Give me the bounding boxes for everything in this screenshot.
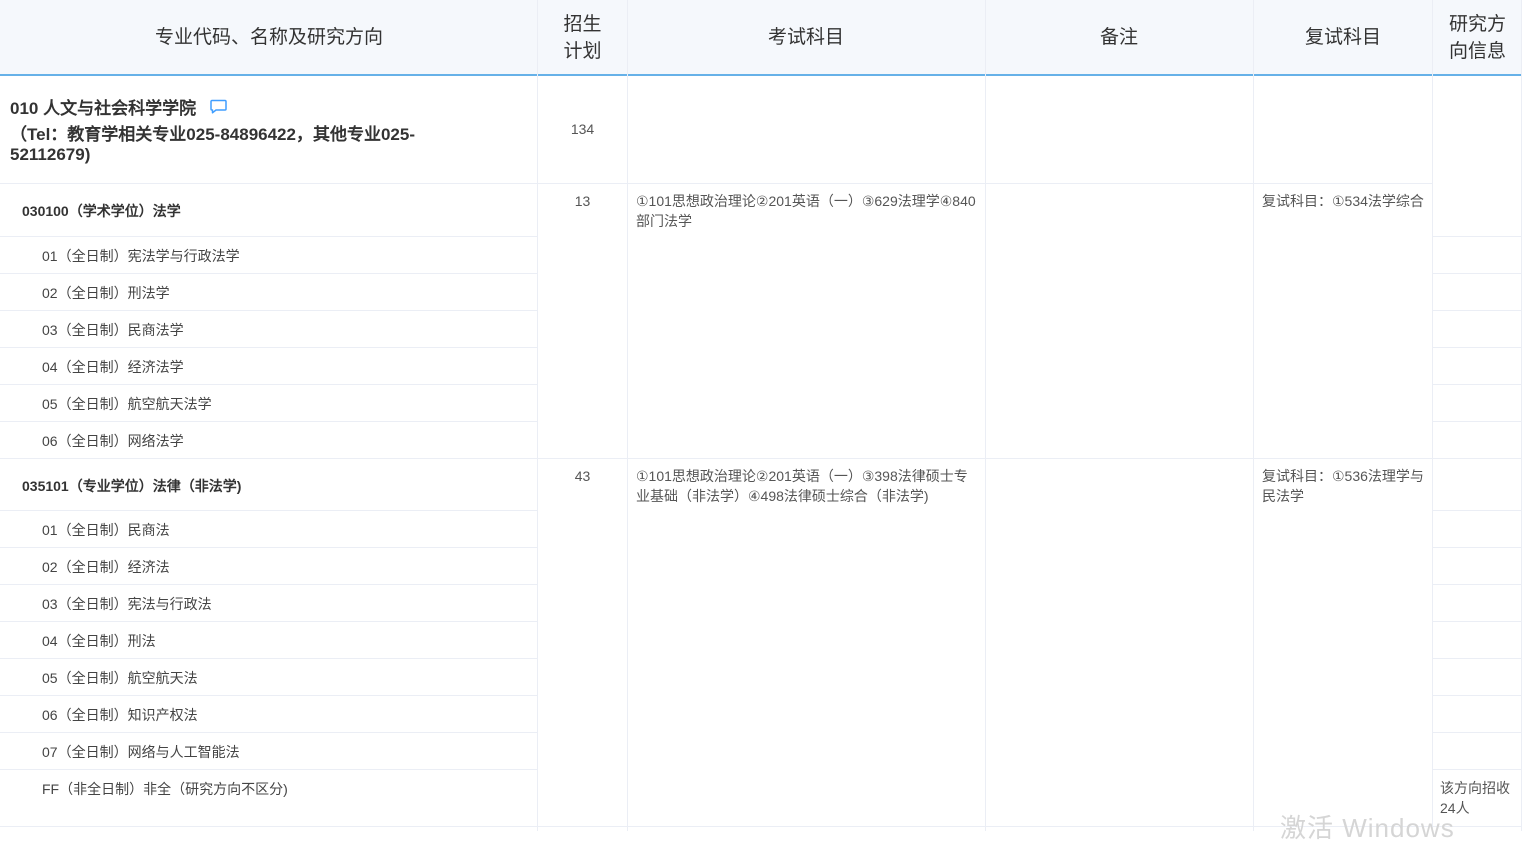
row-divider <box>0 584 537 585</box>
comment-icon[interactable] <box>210 99 227 114</box>
direction-item: 03（全日制）民商法学 <box>42 322 184 338</box>
header-info: 研究方 向信息 <box>1448 13 1506 62</box>
major-plan: 43 <box>574 468 591 484</box>
row-divider <box>0 621 537 622</box>
row-divider <box>0 547 537 548</box>
row-divider <box>0 273 537 274</box>
header-retest: 复试科目 <box>1304 27 1381 48</box>
college-tel-line: （Tel：教育学相关专业025-84896422，其他专业025- <box>10 125 415 144</box>
row-divider <box>1432 273 1522 274</box>
row-divider <box>1432 658 1522 659</box>
grid-line <box>1253 0 1254 831</box>
row-divider <box>1432 769 1522 770</box>
college-name: 010 人文与社会科学学院 <box>10 99 197 118</box>
header-major: 专业代码、名称及研究方向 <box>154 27 383 48</box>
row-divider <box>1432 695 1522 696</box>
exam-subjects: ①101思想政治理论②201英语（一）③398法律硕士专业基础（非法学）④498… <box>636 468 968 504</box>
row-divider <box>1432 547 1522 548</box>
direction-item: 02（全日制）经济法 <box>42 559 170 575</box>
header-remark: 备注 <box>1099 27 1138 48</box>
header-underline <box>0 74 1522 76</box>
row-divider <box>0 510 537 511</box>
direction-item: 04（全日制）刑法 <box>42 633 156 649</box>
row-divider <box>1432 732 1522 733</box>
major-name: 030100（学术学位）法学 <box>22 203 181 219</box>
row-divider <box>0 421 537 422</box>
row-divider <box>1432 458 1522 459</box>
college-tel-line: 52112679) <box>10 145 91 164</box>
direction-item: 07（全日制）网络与人工智能法 <box>42 744 240 760</box>
major-plan: 13 <box>574 193 591 209</box>
row-divider <box>1432 621 1522 622</box>
retest-subjects: 复试科目：①534法学综合 <box>1262 193 1424 209</box>
grid-line <box>985 0 986 831</box>
direction-item: 06（全日制）知识产权法 <box>42 707 198 723</box>
header-exam: 考试科目 <box>767 27 844 48</box>
direction-item: 05（全日制）航空航天法学 <box>42 396 212 412</box>
row-divider <box>0 384 537 385</box>
direction-item: FF（非全日制）非全（研究方向不区分) <box>42 781 288 797</box>
direction-item: 04（全日制）经济法学 <box>42 359 184 375</box>
row-divider <box>0 236 537 237</box>
grid-line <box>1432 0 1433 831</box>
row-divider <box>0 769 537 770</box>
grid-line <box>627 0 628 831</box>
row-divider <box>1432 584 1522 585</box>
row-divider <box>0 658 537 659</box>
exam-subjects: ①101思想政治理论②201英语（一）③629法理学④840部门法学 <box>636 193 976 229</box>
college-plan: 134 <box>570 121 595 137</box>
row-divider <box>1432 421 1522 422</box>
windows-activation-watermark: 激活 Windows <box>1280 813 1455 843</box>
direction-item: 01（全日制）民商法 <box>42 522 170 538</box>
direction-item: 06（全日制）网络法学 <box>42 433 184 449</box>
college-title: 010 人文与社会科学学院 <box>10 94 227 119</box>
row-divider <box>0 732 537 733</box>
direction-item: 05（全日制）航空航天法 <box>42 670 198 686</box>
row-divider <box>1432 384 1522 385</box>
row-divider <box>1432 236 1522 237</box>
row-divider <box>1432 310 1522 311</box>
row-divider <box>1432 510 1522 511</box>
row-divider <box>0 347 537 348</box>
grid-line <box>1521 0 1522 831</box>
header-plan: 招生 计划 <box>563 13 602 62</box>
row-divider <box>1432 347 1522 348</box>
row-divider <box>0 310 537 311</box>
retest-subjects: 复试科目：①536法理学与民法学 <box>1262 468 1424 504</box>
row-divider <box>0 183 1432 184</box>
row-divider <box>0 458 1432 459</box>
direction-item: 01（全日制）宪法学与行政法学 <box>42 248 240 264</box>
direction-item: 03（全日制）宪法与行政法 <box>42 596 212 612</box>
direction-item: 02（全日制）刑法学 <box>42 285 170 301</box>
college-tel: （Tel：教育学相关专业025-84896422，其他专业025- 521126… <box>10 125 530 165</box>
major-name: 035101（专业学位）法律（非法学) <box>22 478 242 494</box>
row-divider <box>0 695 537 696</box>
